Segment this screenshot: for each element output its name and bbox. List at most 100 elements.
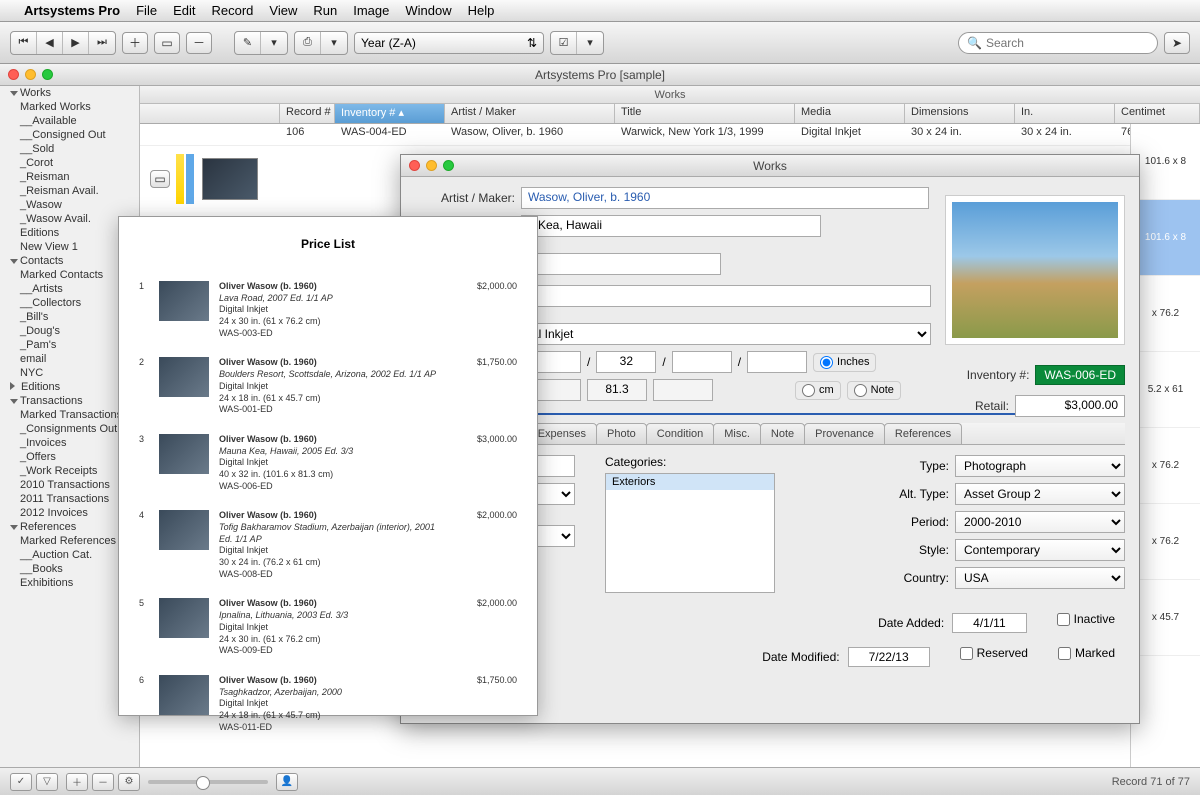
tab-provenance[interactable]: Provenance [804, 423, 885, 444]
user-icon[interactable]: 👤 [276, 773, 298, 791]
col-dimensions[interactable]: Dimensions [905, 104, 1015, 123]
menu-run[interactable]: Run [313, 3, 337, 18]
zoom-icon[interactable] [42, 69, 53, 80]
close-icon[interactable] [8, 69, 19, 80]
app-name[interactable]: Artsystems Pro [24, 3, 120, 18]
go-button[interactable]: ➤ [1164, 32, 1190, 54]
zoom-icon[interactable] [443, 160, 454, 171]
pricelist-row: 6Oliver Wasow (b. 1960)Tsaghkadzor, Azer… [139, 675, 517, 733]
detail-thumbnail[interactable] [945, 195, 1125, 345]
sidebar-group[interactable]: Works [0, 86, 139, 100]
sidebar-item[interactable]: _Reisman Avail. [0, 184, 139, 198]
remove-sb-button[interactable]: － [92, 773, 114, 791]
dim-w-field[interactable]: 32 [596, 351, 656, 373]
sidebar-item[interactable]: __Consigned Out [0, 128, 139, 142]
reserved-checkbox[interactable]: Reserved [960, 646, 1028, 660]
col-in[interactable]: In. [1015, 104, 1115, 123]
pricelist-thumb [159, 281, 209, 321]
close-icon[interactable] [409, 160, 420, 171]
category-item[interactable]: Exteriors [606, 474, 774, 490]
chevron-down-icon[interactable]: ▾ [321, 32, 347, 54]
sidebar-item[interactable]: _Corot [0, 156, 139, 170]
chevron-updown-icon: ⇅ [527, 36, 537, 50]
units-note[interactable]: Note [847, 381, 901, 400]
remove-button[interactable]: － [186, 32, 212, 54]
col-title[interactable]: Title [615, 104, 795, 123]
window-titlebar: Artsystems Pro [sample] [0, 64, 1200, 86]
print-icon[interactable]: ⎙ [295, 32, 321, 54]
categories-list[interactable]: Exteriors [605, 473, 775, 593]
pricelist-thumb [159, 675, 209, 715]
filter-button[interactable]: ▽ [36, 773, 58, 791]
pricelist-row: 3Oliver Wasow (b. 1960)Mauna Kea, Hawaii… [139, 434, 517, 492]
next-record-button[interactable]: ▶ [63, 32, 89, 54]
print-group: ⎙ ▾ [294, 31, 348, 55]
menu-view[interactable]: View [269, 3, 297, 18]
tab-note[interactable]: Note [760, 423, 805, 444]
col-artist[interactable]: Artist / Maker [445, 104, 615, 123]
type-select[interactable]: Photograph [955, 455, 1125, 477]
tab-condition[interactable]: Condition [646, 423, 714, 444]
search-icon: 🔍 [967, 36, 982, 50]
row-thumbnail[interactable] [202, 158, 258, 200]
chevron-down-icon[interactable]: ▾ [261, 32, 287, 54]
units-cm[interactable]: cm [795, 381, 841, 400]
check-button[interactable]: ✓ [10, 773, 32, 791]
sidebar-item[interactable]: Marked Works [0, 100, 139, 114]
sidebar-item[interactable]: _Wasow [0, 198, 139, 212]
minimize-icon[interactable] [426, 160, 437, 171]
first-record-button[interactable]: ⏮ [11, 32, 37, 54]
style-select[interactable]: Contemporary [955, 539, 1125, 561]
sidebar-item[interactable]: _Reisman [0, 170, 139, 184]
col-cm[interactable]: Centimet [1115, 104, 1200, 123]
country-select[interactable]: USA [955, 567, 1125, 589]
period-select[interactable]: 2000-2010 [955, 511, 1125, 533]
zoom-slider[interactable] [148, 780, 268, 784]
blank-field[interactable] [521, 253, 721, 275]
add-sb-button[interactable]: ＋ [66, 773, 88, 791]
prev-record-button[interactable]: ◀ [37, 32, 63, 54]
menu-help[interactable]: Help [468, 3, 495, 18]
sidebar-item[interactable]: __Available [0, 114, 139, 128]
gear-icon[interactable]: ⚙ [118, 773, 140, 791]
chevron-down-icon[interactable]: ▾ [577, 32, 603, 54]
inventory-badge: WAS-006-ED [1035, 365, 1125, 385]
marked-checkbox[interactable]: Marked [1058, 646, 1115, 660]
retail-label: Retail: [975, 399, 1009, 413]
menu-edit[interactable]: Edit [173, 3, 195, 18]
pricelist-title: Price List [139, 237, 517, 251]
media-select[interactable]: al Inkjet [521, 323, 931, 345]
tab-references[interactable]: References [884, 423, 962, 444]
last-record-button[interactable]: ⏭ [89, 32, 115, 54]
sidebar-item[interactable]: __Sold [0, 142, 139, 156]
blank-field-2[interactable] [521, 285, 931, 307]
detail-titlebar: Works [401, 155, 1139, 177]
add-button[interactable]: ＋ [122, 32, 148, 54]
tab-misc[interactable]: Misc. [713, 423, 761, 444]
title-field[interactable]: a Kea, Hawaii [521, 215, 821, 237]
menu-image[interactable]: Image [353, 3, 389, 18]
pricelist-thumb [159, 510, 209, 550]
artist-field[interactable]: Wasow, Oliver, b. 1960 [521, 187, 929, 209]
units-inches[interactable]: Inches [813, 353, 876, 372]
sort-select[interactable]: Year (Z-A) ⇅ [354, 32, 544, 54]
col-record[interactable]: Record # [280, 104, 335, 123]
table-row[interactable]: 106 WAS-004-ED Wasow, Oliver, b. 1960 Wa… [140, 124, 1200, 146]
check-icon[interactable]: ☑ [551, 32, 577, 54]
menu-file[interactable]: File [136, 3, 157, 18]
col-inventory[interactable]: Inventory # ▴ [335, 104, 445, 123]
save-button[interactable]: ▭ [154, 32, 180, 54]
inactive-checkbox[interactable]: Inactive [1057, 612, 1115, 626]
row-toggle-button[interactable]: ▭ [150, 170, 170, 188]
search-field[interactable]: 🔍 [958, 32, 1158, 54]
tab-photo[interactable]: Photo [596, 423, 647, 444]
retail-field[interactable]: $3,000.00 [1015, 395, 1125, 417]
search-input[interactable] [986, 36, 1149, 50]
col-media[interactable]: Media [795, 104, 905, 123]
menu-record[interactable]: Record [211, 3, 253, 18]
menu-window[interactable]: Window [405, 3, 451, 18]
minimize-icon[interactable] [25, 69, 36, 80]
edit-icon[interactable]: ✎ [235, 32, 261, 54]
statusbar: ✓ ▽ ＋ － ⚙ 👤 Record 71 of 77 [0, 767, 1200, 795]
alt-type-select[interactable]: Asset Group 2 [955, 483, 1125, 505]
